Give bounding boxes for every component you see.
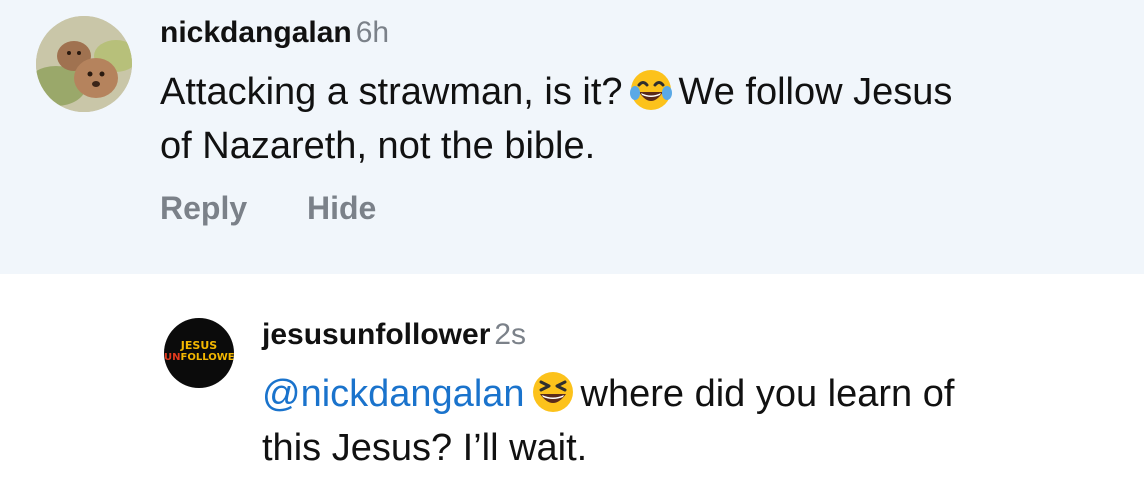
mention-link[interactable]: @nickdangalan <box>262 373 525 415</box>
comment-text-part: Attacking a strawman, is it? <box>160 71 623 113</box>
timestamp: 6h <box>355 16 390 49</box>
comment-text: @nickdangalan where did you learn of thi… <box>262 370 954 471</box>
reply-button[interactable]: Reply <box>160 190 247 227</box>
comment-nickdangalan: nickdangalan 6h Attacking a strawman, is … <box>0 0 1144 274</box>
timestamp: 2s <box>494 318 527 351</box>
comment-text-part: where did you learn of <box>580 373 955 415</box>
comment-line-1: @nickdangalan where did you learn of <box>262 370 954 425</box>
comment-text-part: We follow Jesus <box>678 71 953 113</box>
avatar-jesusunfollower[interactable]: JESUS UNFOLLOWER <box>164 318 234 388</box>
comment-line-1: Attacking a strawman, is it? We follow J… <box>160 68 952 123</box>
grinning-squinting-face-icon <box>531 370 575 425</box>
logo-line-2: UNFOLLOWER <box>164 353 234 363</box>
comment-line-2: of Nazareth, not the bible. <box>160 125 596 167</box>
hide-button[interactable]: Hide <box>307 190 376 227</box>
username[interactable]: jesusunfollower <box>262 318 490 351</box>
username[interactable]: nickdangalan <box>160 16 352 49</box>
logo-line-1: JESUS <box>180 339 218 352</box>
comment-author[interactable]: nickdangalan 6h <box>160 16 389 50</box>
puppy-photo-icon <box>36 16 132 112</box>
comment-text: Attacking a strawman, is it? We follow J… <box>160 68 952 169</box>
comment-author[interactable]: jesusunfollower 2s <box>262 318 526 352</box>
face-with-tears-of-joy-icon <box>629 68 673 123</box>
comment-line-2: this Jesus? I’ll wait. <box>262 427 588 469</box>
logo-line-2-prefix: UN <box>164 352 181 363</box>
avatar-nickdangalan[interactable] <box>36 16 132 112</box>
logo-line-2-rest: FOLLOWER <box>180 352 235 363</box>
